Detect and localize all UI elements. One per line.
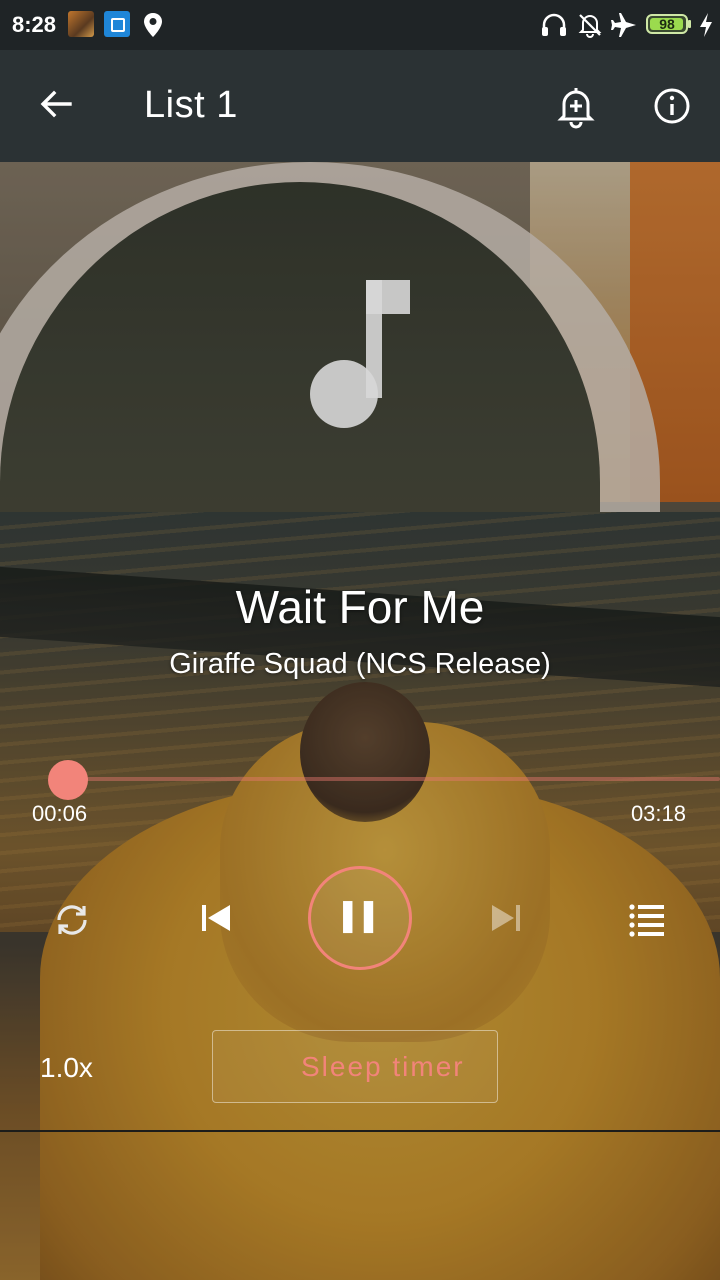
pause-button[interactable] — [308, 866, 412, 970]
battery-tip — [688, 20, 691, 28]
headset-icon — [542, 13, 566, 36]
arrow-back-icon[interactable] — [36, 84, 76, 124]
queue-list-icon[interactable] — [624, 896, 670, 942]
divider — [0, 1130, 720, 1132]
seek-bar-thumb[interactable] — [48, 760, 88, 800]
pause-icon — [343, 901, 374, 934]
seek-bar[interactable] — [68, 777, 720, 781]
battery-icon: 98 — [646, 14, 688, 34]
moon-icon — [256, 1052, 271, 1082]
battery-level: 98 — [659, 16, 675, 32]
repeat-icon[interactable] — [50, 898, 94, 942]
elapsed-time: 00:06 — [32, 801, 88, 826]
sleep-timer-label: Sleep timer — [301, 1051, 465, 1082]
page-title: List 1 — [144, 84, 238, 126]
mi-app-icon — [104, 11, 130, 37]
location-icon — [144, 13, 162, 37]
sleep-timer-button[interactable]: Sleep timer — [212, 1030, 498, 1103]
app-bar: List 1 — [0, 50, 720, 162]
alarm-add-icon[interactable] — [552, 82, 600, 130]
skip-previous-icon[interactable] — [194, 896, 238, 940]
info-icon[interactable] — [648, 82, 696, 130]
airplane-mode-icon — [611, 13, 636, 37]
status-time: 8:28 — [12, 12, 57, 37]
song-title: Wait For Me — [235, 581, 485, 633]
charging-icon — [700, 13, 712, 37]
playback-speed-button[interactable]: 1.0x — [40, 1052, 93, 1084]
total-duration: 03:18 — [630, 801, 686, 826]
status-bar: 8:28 98 — [0, 0, 720, 50]
song-artist: Giraffe Squad (NCS Release) — [169, 648, 551, 680]
notification-thumbnail-icon — [68, 11, 94, 37]
music-note-icon — [310, 280, 410, 428]
silent-mode-icon — [578, 14, 602, 38]
skip-next-icon[interactable] — [484, 896, 528, 940]
